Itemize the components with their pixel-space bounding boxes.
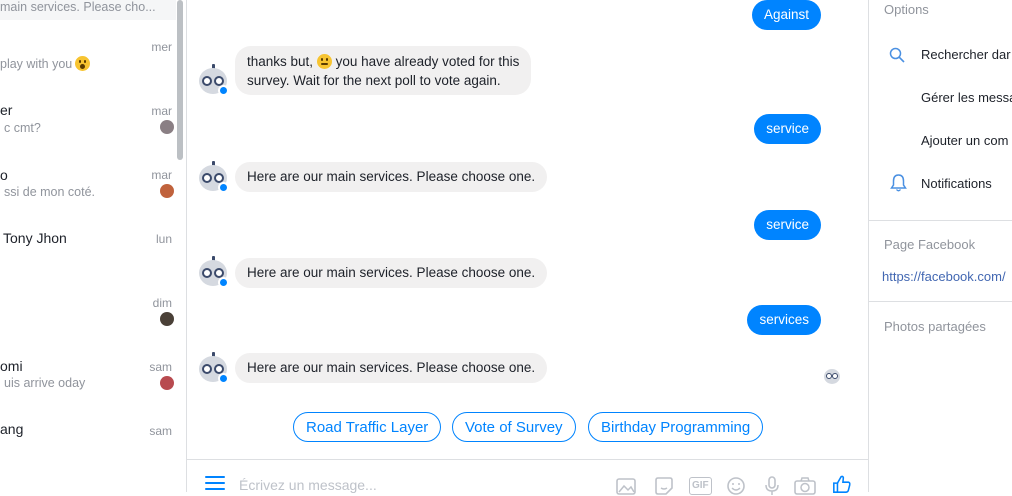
quick-reply-road-traffic-layer[interactable]: Road Traffic Layer: [293, 412, 442, 442]
seen-avatar: [160, 312, 174, 326]
bell-icon: [890, 174, 907, 192]
conversation-item[interactable]: er c cmt? mar: [0, 100, 176, 156]
shared-photos-title: Photos partagées: [884, 319, 986, 334]
messenger-badge-icon: [218, 277, 229, 288]
conversation-time: mar: [151, 168, 172, 182]
conversation-time: mer: [151, 40, 172, 54]
page-facebook-link[interactable]: https://facebook.com/: [882, 269, 1006, 284]
bot-avatar: [199, 64, 229, 96]
conversation-time: lun: [155, 232, 172, 246]
options-title: Options: [884, 2, 929, 17]
bot-avatar: [199, 161, 229, 193]
incoming-message: thanks but, you have already voted for t…: [235, 46, 532, 95]
message-text: thanks but,: [247, 54, 314, 69]
divider: [869, 220, 1012, 221]
conversation-item-selected[interactable]: main services. Please cho...: [0, 0, 176, 20]
bot-avatar: [199, 256, 229, 288]
divider: [869, 301, 1012, 302]
bot-avatar: [199, 352, 229, 384]
outgoing-message: Against: [751, 0, 821, 30]
conversation-item[interactable]: ang sam: [0, 421, 176, 477]
option-label: Notifications: [921, 176, 992, 191]
seen-avatar: [160, 376, 174, 390]
incoming-message: Here are our main services. Please choos…: [235, 353, 548, 383]
conversation-time: sam: [149, 360, 172, 374]
messenger-badge-icon: [218, 182, 229, 193]
message-text: survey. Wait for the next poll to vote a…: [247, 73, 501, 88]
message-composer: GIF: [187, 459, 868, 496]
microphone-icon[interactable]: [763, 476, 781, 496]
option-label: Rechercher dar: [921, 47, 1011, 62]
chat-pane: Against thanks but, you have already vot…: [187, 0, 868, 496]
seen-avatar: [160, 120, 174, 134]
outgoing-message: service: [754, 114, 821, 144]
sticker-icon[interactable]: [653, 476, 675, 496]
smile-emoji-icon: [316, 54, 332, 69]
incoming-message: Here are our main services. Please choos…: [235, 162, 548, 192]
conversation-preview: main services. Please cho...: [0, 0, 156, 14]
like-icon[interactable]: [831, 474, 853, 494]
message-input[interactable]: [239, 474, 569, 496]
conversation-time: mar: [151, 104, 172, 118]
wow-emoji-icon: [75, 56, 91, 71]
incoming-message: Here are our main services. Please choos…: [235, 258, 548, 288]
seen-indicator-avatar: [824, 368, 840, 384]
conversation-name: ang: [0, 421, 24, 437]
gif-icon[interactable]: GIF: [689, 477, 712, 495]
conversation-item[interactable]: dim: [0, 294, 176, 350]
camera-icon[interactable]: [793, 476, 817, 496]
option-label: Ajouter un com: [921, 133, 1009, 148]
messenger-badge-icon: [218, 85, 229, 96]
quick-reply-vote-of-survey[interactable]: Vote of Survey: [452, 412, 576, 442]
conversation-info-panel: Options Rechercher dar Gérer les messa A…: [868, 0, 1012, 492]
conversation-name: o: [0, 167, 8, 183]
emoji-icon[interactable]: [725, 476, 747, 496]
page-facebook-title: Page Facebook: [884, 237, 976, 252]
outgoing-message: service: [754, 210, 821, 240]
conversation-name: er: [0, 102, 13, 118]
sidebar-scrollbar[interactable]: [177, 0, 183, 160]
conversation-name: omi: [0, 358, 23, 374]
conversation-preview: c cmt?: [4, 121, 41, 135]
conversation-item[interactable]: Tony Jhon lun: [0, 228, 176, 284]
conversation-preview: ssi de mon coté.: [4, 185, 96, 199]
conversation-item[interactable]: omi uis arrive oday sam: [0, 356, 176, 412]
messenger-badge-icon: [218, 373, 229, 384]
search-icon: [889, 47, 905, 63]
option-label: Gérer les messa: [921, 90, 1012, 105]
conversation-list: main services. Please cho... play with y…: [0, 0, 187, 492]
seen-avatar: [160, 184, 174, 198]
conversation-time: sam: [149, 424, 172, 438]
menu-icon[interactable]: [205, 476, 225, 490]
conversation-preview: play with you: [0, 57, 73, 71]
outgoing-message: services: [747, 305, 821, 335]
quick-reply-birthday-programming[interactable]: Birthday Programming: [588, 412, 764, 442]
conversation-preview: uis arrive oday: [4, 376, 86, 390]
message-line: thanks but, you have already voted for t…: [247, 52, 519, 71]
conversation-time: dim: [152, 296, 172, 310]
message-text: you have already voted for this: [335, 54, 520, 69]
conversation-item[interactable]: play with you mer: [0, 36, 176, 92]
conversation-name: Tony Jhon: [3, 230, 67, 246]
conversation-preview-wrap: play with you: [0, 56, 91, 71]
image-icon[interactable]: [615, 476, 637, 496]
conversation-item[interactable]: o ssi de mon coté. mar: [0, 165, 176, 221]
